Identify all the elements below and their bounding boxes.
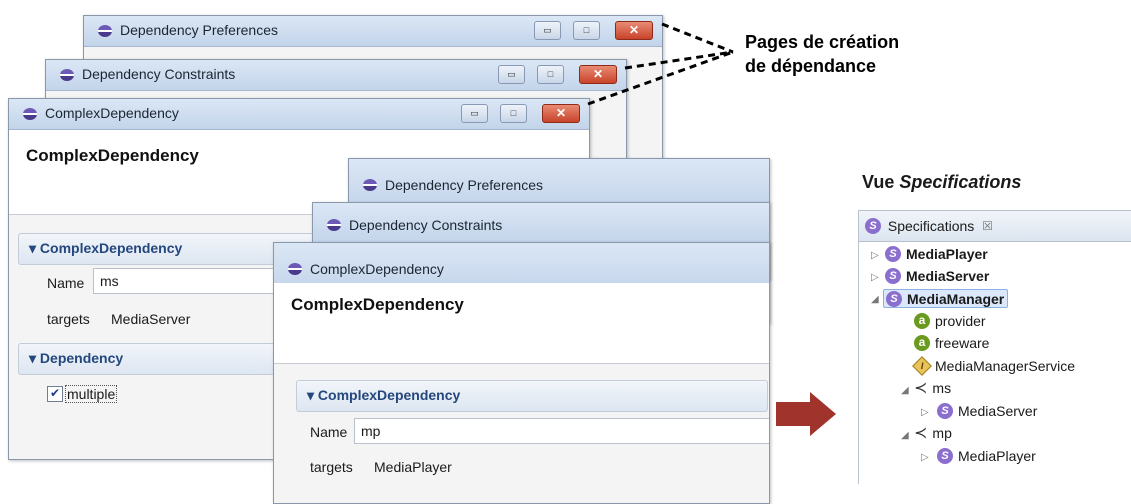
specification-icon: S xyxy=(865,218,881,235)
tree-item-mediaplayer[interactable]: S MediaPlayer xyxy=(885,245,988,263)
name-label: Name xyxy=(47,275,85,291)
complex-dependency-window-2: ComplexDependency ComplexDependency ▾ Co… xyxy=(273,242,770,504)
eclipse-icon xyxy=(327,219,341,231)
window-title: Dependency Preferences xyxy=(120,22,278,38)
specification-icon: S xyxy=(885,246,901,263)
expanded-arrow-icon[interactable]: ◢ xyxy=(901,385,909,396)
expanded-arrow-icon[interactable]: ◢ xyxy=(901,430,909,441)
tree-item-freeware[interactable]: a freeware xyxy=(914,334,989,352)
page-title: ComplexDependency xyxy=(291,295,464,314)
tab-label: Specifications xyxy=(887,218,975,235)
tree-item-mediamanager[interactable]: S MediaManager xyxy=(883,289,1009,309)
eclipse-icon xyxy=(288,263,302,275)
specifications-tab[interactable]: S Specifications ☒ xyxy=(859,211,1131,242)
eclipse-icon xyxy=(98,25,112,37)
page-title: ComplexDependency xyxy=(26,146,199,165)
tree-item-ms[interactable]: ≺ ms xyxy=(914,378,951,398)
section-title: ▾ ComplexDependency xyxy=(307,387,461,403)
collapsed-arrow-icon[interactable]: ▷ xyxy=(871,272,879,283)
title-bar[interactable]: ComplexDependency ▭ □ ✕ xyxy=(9,99,589,130)
section-title: ▾ Dependency xyxy=(29,350,124,366)
multiple-label[interactable]: multiple xyxy=(65,385,118,403)
targets-label: targets xyxy=(310,459,353,475)
callout-line1: Pages de création xyxy=(745,32,900,52)
eclipse-icon xyxy=(23,108,37,120)
window-title: ComplexDependency xyxy=(310,261,444,277)
tree-item-mediamanagerservice[interactable]: I MediaManagerService xyxy=(912,356,1075,377)
window-title: ComplexDependency xyxy=(45,105,179,121)
tree-item-ms-mediaserver[interactable]: S MediaServer xyxy=(937,402,1037,420)
attribute-icon: a xyxy=(914,313,930,330)
close-icon[interactable]: ☒ xyxy=(982,219,993,233)
collapsed-arrow-icon[interactable]: ▷ xyxy=(921,407,929,418)
specification-icon: S xyxy=(885,268,901,285)
specifications-view: S Specifications ☒ ▷ S MediaPlayer ▷ S Med… xyxy=(858,210,1131,484)
close-button[interactable]: ✕ xyxy=(579,65,617,84)
expanded-arrow-icon[interactable]: ◢ xyxy=(871,294,879,305)
arrow xyxy=(776,392,836,436)
specification-icon: S xyxy=(937,403,953,420)
window-title: Dependency Preferences xyxy=(385,177,543,193)
view-caption: Vue Specifications xyxy=(862,172,1022,192)
callout-line-1 xyxy=(661,22,734,54)
interface-icon: I xyxy=(912,356,932,377)
maximize-button[interactable]: □ xyxy=(500,104,527,123)
multiple-checkbox[interactable]: ✔ xyxy=(47,386,63,402)
section-title: ▾ ComplexDependency xyxy=(29,240,183,256)
title-bar[interactable]: Dependency Preferences ▭ □ ✕ xyxy=(84,16,662,47)
targets-value: MediaServer xyxy=(111,311,191,327)
tree-item-mp-mediaplayer[interactable]: S MediaPlayer xyxy=(937,447,1036,465)
name-label: Name xyxy=(310,424,348,440)
collapsed-arrow-icon[interactable]: ▷ xyxy=(871,250,879,261)
callout-text: Pages de création de dépendance xyxy=(745,30,899,78)
specification-icon: S xyxy=(886,291,902,308)
dependency-icon: ≺ xyxy=(914,425,928,442)
tree-item-mp[interactable]: ≺ mp xyxy=(914,423,952,443)
maximize-button[interactable]: □ xyxy=(573,21,600,40)
minimize-button[interactable]: ▭ xyxy=(461,104,488,123)
page-header: ComplexDependency xyxy=(274,283,769,364)
minimize-button[interactable]: ▭ xyxy=(534,21,561,40)
specification-icon: S xyxy=(937,448,953,465)
title-bar[interactable]: Dependency Constraints xyxy=(313,203,769,244)
close-button[interactable]: ✕ xyxy=(542,104,580,123)
collapsed-arrow-icon[interactable]: ▷ xyxy=(921,452,929,463)
targets-value: MediaPlayer xyxy=(374,459,452,475)
attribute-icon: a xyxy=(914,335,930,352)
name-field[interactable]: mp xyxy=(354,418,769,444)
complex-dependency-section[interactable]: ▾ ComplexDependency xyxy=(296,380,768,412)
maximize-button[interactable]: □ xyxy=(537,65,564,84)
window-title: Dependency Constraints xyxy=(82,66,236,82)
tree-item-provider[interactable]: a provider xyxy=(914,312,986,330)
eclipse-icon xyxy=(363,179,377,191)
targets-label: targets xyxy=(47,311,90,327)
minimize-button[interactable]: ▭ xyxy=(498,65,525,84)
tree-item-mediaserver[interactable]: S MediaServer xyxy=(885,267,989,285)
title-bar[interactable]: Dependency Constraints ▭ □ ✕ xyxy=(46,60,626,91)
dependency-icon: ≺ xyxy=(914,380,928,397)
eclipse-icon xyxy=(60,69,74,81)
close-button[interactable]: ✕ xyxy=(615,21,653,40)
callout-line2: de dépendance xyxy=(745,56,877,76)
window-title: Dependency Constraints xyxy=(349,217,503,233)
